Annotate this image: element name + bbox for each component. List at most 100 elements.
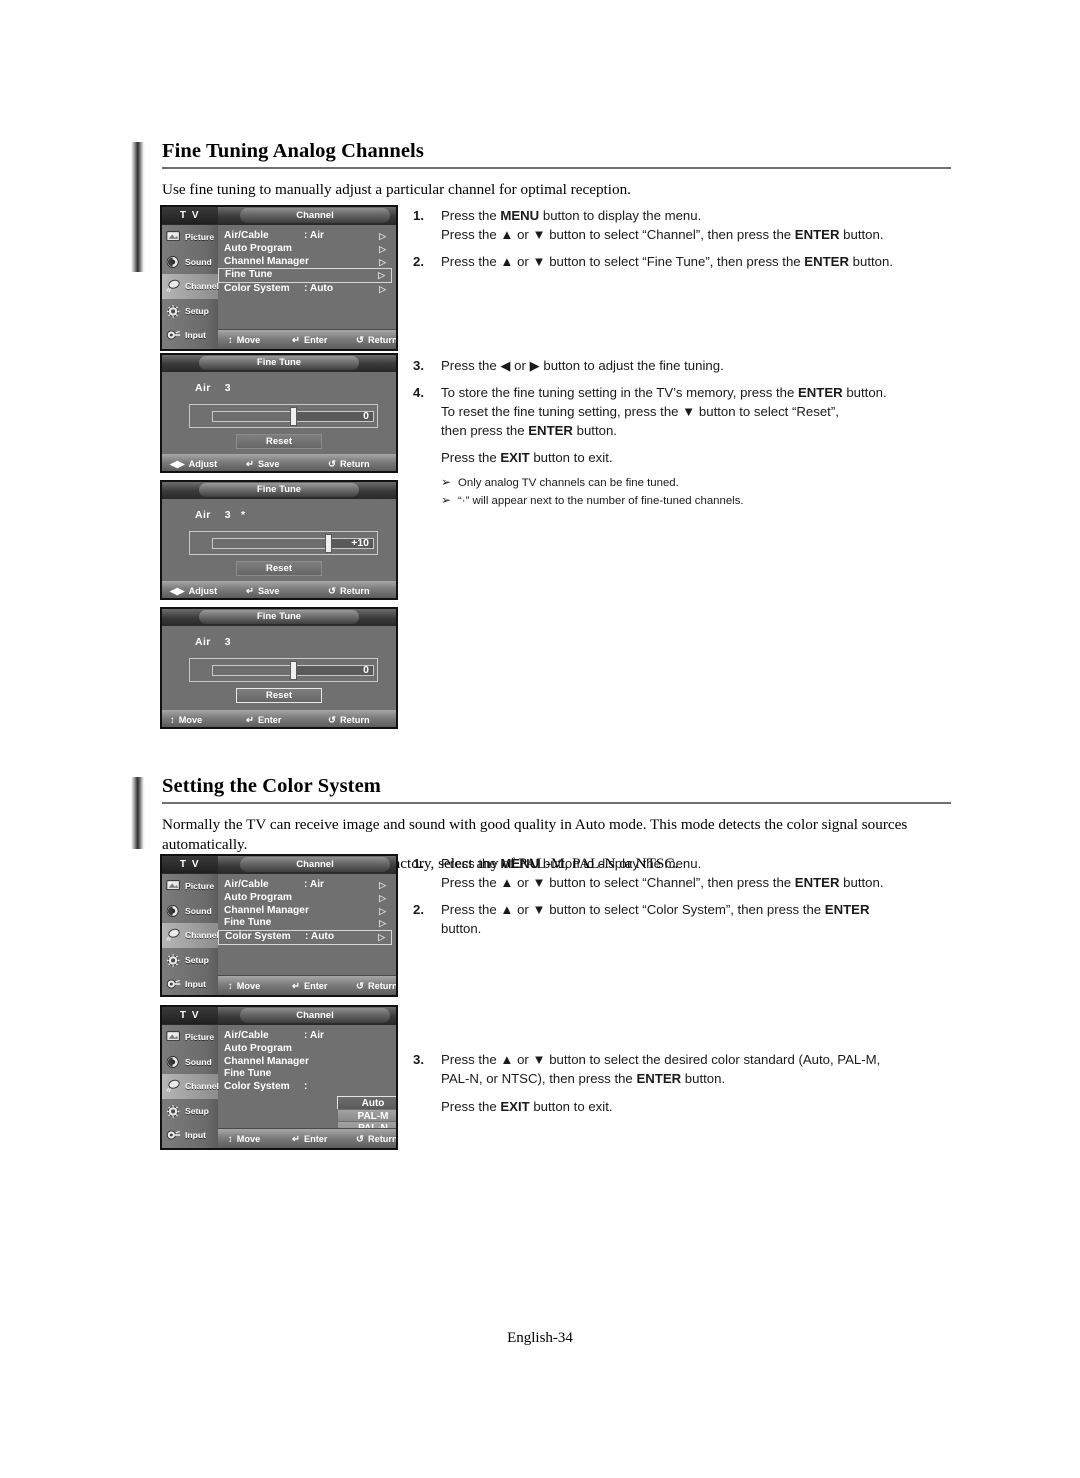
slider-handle[interactable] <box>289 661 297 680</box>
menu-item-value: : Air <box>304 230 324 241</box>
dropdown-option-pal-m[interactable]: PAL-M <box>337 1108 396 1122</box>
channel-readout: Air 3 <box>195 382 241 394</box>
osd-titlebar: T V Channel <box>162 1007 396 1025</box>
osd-sidebar[interactable]: Picture Sound Channel Setup Input <box>162 1025 219 1148</box>
hint-return: ↺ Return <box>356 976 398 995</box>
osd-sidebar[interactable]: Picture Sound Channel Setup Input <box>162 225 219 349</box>
menu-item-label: Air/Cable <box>224 230 269 241</box>
slider-track[interactable] <box>212 538 374 549</box>
menu-item-auto-program[interactable]: Auto Program <box>218 1043 392 1056</box>
fine-tune-slider[interactable]: +10 <box>189 531 378 555</box>
sidebar-item-input[interactable]: Input <box>162 323 218 348</box>
hint-label: Save <box>257 459 280 469</box>
chevron-right-icon: ▷ <box>379 892 386 903</box>
osd-fine-tune-dialog-3[interactable]: Fine Tune Air 3 0 Reset ↕ Move ↵ Enter ↺ Retur… <box>160 607 398 729</box>
osd-titlebar: Fine Tune <box>162 609 396 626</box>
dropdown-option-auto[interactable]: Auto <box>337 1096 396 1110</box>
menu-item-air-cable[interactable]: Air/Cable: Air <box>218 1030 392 1043</box>
menu-item-label: Channel Manager <box>224 255 309 267</box>
menu-item-air-cable[interactable]: Air/Cable: Air ▷ <box>218 879 392 892</box>
setup-icon <box>165 303 183 319</box>
osd-titlebar: T V Channel <box>162 856 396 874</box>
sidebar-item-setup[interactable]: Setup <box>162 1099 218 1124</box>
note-text: Only analog TV channels can be fine tune… <box>458 476 679 489</box>
fine-tune-slider[interactable]: 0 <box>189 404 378 428</box>
hint-label: Move <box>236 1134 261 1144</box>
hint-label: Return <box>367 981 398 991</box>
section-intro-fine-tuning: Use fine tuning to manually adjust a par… <box>162 181 631 198</box>
menu-item-channel-manager[interactable]: Channel Manager ▷ <box>218 905 392 918</box>
fine-tune-slider[interactable]: 0 <box>189 658 378 682</box>
chevron-right-icon: ▷ <box>379 256 386 267</box>
osd-menu-list[interactable]: Air/Cable: Air ▷ Auto Program ▷ Channel Mana… <box>218 874 396 976</box>
slider-handle[interactable] <box>289 407 297 426</box>
fine-tuned-star: * <box>241 509 246 521</box>
slider-fill <box>213 412 294 421</box>
hint-label: Enter <box>303 981 328 991</box>
osd-hint-bar: ◀▶ Adjust ↵ Save ↺ Return <box>162 581 396 598</box>
menu-item-fine-tune[interactable]: Fine Tune ▷ <box>218 917 392 930</box>
return-glyph-icon: ↺ <box>328 715 336 726</box>
osd-channel-menu-fine-tune[interactable]: T V Channel Picture Sound Channel Setup Inpu… <box>160 205 398 351</box>
step-line: Press the MENU button to display the men… <box>441 208 702 223</box>
menu-item-air-cable[interactable]: Air/Cable: Air ▷ <box>218 230 392 243</box>
sidebar-item-input[interactable]: Input <box>162 1123 218 1148</box>
sidebar-item-setup[interactable]: Setup <box>162 299 218 324</box>
reset-button[interactable]: Reset <box>236 688 322 703</box>
hint-label: Adjust <box>188 459 218 469</box>
picture-icon <box>165 878 183 894</box>
sidebar-item-setup[interactable]: Setup <box>162 948 218 973</box>
osd-channel-menu-color-system[interactable]: T V Channel Picture Sound Channel Setup Inpu… <box>160 854 398 997</box>
adjust-glyph-icon: ◀▶ <box>170 586 185 597</box>
step-line: To store the fine tuning setting in the … <box>441 385 887 401</box>
osd-tv-label: T V <box>162 856 218 873</box>
adjust-glyph-icon: ◀▶ <box>170 459 185 470</box>
sidebar-item-sound[interactable]: Sound <box>162 899 218 924</box>
menu-item-color-system[interactable]: Color System: <box>218 1081 392 1094</box>
enter-glyph-icon: ↵ <box>246 715 254 726</box>
sidebar-item-channel[interactable]: Channel <box>162 1074 219 1099</box>
osd-menu-list[interactable]: Air/Cable : Air ▷ Auto Program ▷ Channel Mana… <box>218 225 396 330</box>
sidebar-item-picture[interactable]: Picture <box>162 874 218 899</box>
chevron-right-icon: ▷ <box>378 932 385 943</box>
menu-item-label: Color System <box>225 931 291 943</box>
slider-fill <box>213 666 294 675</box>
hint-return: ↺ Return <box>328 710 370 727</box>
sidebar-item-label: Channel <box>185 1081 219 1091</box>
page-footer-number: English-34 <box>507 1330 573 1346</box>
menu-item-color-system[interactable]: Color System: Auto ▷ <box>218 283 392 296</box>
menu-item-channel-manager[interactable]: Channel Manager <box>218 1056 392 1069</box>
reset-button[interactable]: Reset <box>236 434 322 449</box>
hint-enter: ↵ Enter <box>292 330 327 349</box>
menu-item-value: : Air <box>304 879 324 890</box>
menu-item-color-system[interactable]: Color System: Auto ▷ <box>218 930 392 945</box>
chevron-right-icon: ▷ <box>379 905 386 916</box>
channel-icon <box>165 278 183 294</box>
reset-button[interactable]: Reset <box>236 561 322 576</box>
sidebar-item-sound[interactable]: Sound <box>162 1050 218 1075</box>
slider-handle[interactable] <box>325 534 333 553</box>
osd-fine-tune-dialog-2[interactable]: Fine Tune Air 3 * +10 Reset ◀▶ Adjust ↵ Save ↺… <box>160 480 398 600</box>
instruction-step: 4. To store the fine tuning setting in th… <box>413 384 973 440</box>
sidebar-item-picture[interactable]: Picture <box>162 1025 218 1050</box>
hint-enter: ↵ Enter <box>292 1129 327 1148</box>
sidebar-item-channel[interactable]: Channel <box>162 274 219 299</box>
menu-item-fine-tune[interactable]: Fine Tune <box>218 1068 392 1081</box>
sound-icon <box>165 1054 183 1070</box>
sidebar-item-label: Picture <box>185 232 215 242</box>
menu-item-auto-program[interactable]: Auto Program ▷ <box>218 892 392 905</box>
osd-sidebar[interactable]: Picture Sound Channel Setup Input <box>162 874 219 995</box>
menu-item-channel-manager[interactable]: Channel Manager ▷ <box>218 256 392 269</box>
sidebar-item-sound[interactable]: Sound <box>162 250 218 275</box>
menu-item-fine-tune[interactable]: Fine Tune ▷ <box>218 268 392 283</box>
menu-item-label: Fine Tune <box>224 917 272 929</box>
sidebar-item-channel[interactable]: Channel <box>162 923 219 948</box>
note-bullet-icon: ➢ <box>441 474 452 489</box>
channel-readout: Air 3 * <box>195 509 246 521</box>
osd-fine-tune-dialog-1[interactable]: Fine Tune Air 3 0 Reset ◀▶ Adjust ↵ Save ↺ Ret… <box>160 353 398 473</box>
sidebar-item-input[interactable]: Input <box>162 972 218 995</box>
menu-item-auto-program[interactable]: Auto Program ▷ <box>218 243 392 256</box>
sidebar-item-picture[interactable]: Picture <box>162 225 218 250</box>
osd-channel-menu-color-dropdown[interactable]: T V Channel Picture Sound Channel Setup Inpu… <box>160 1005 398 1150</box>
hint-enter: ↵ Enter <box>246 710 281 727</box>
